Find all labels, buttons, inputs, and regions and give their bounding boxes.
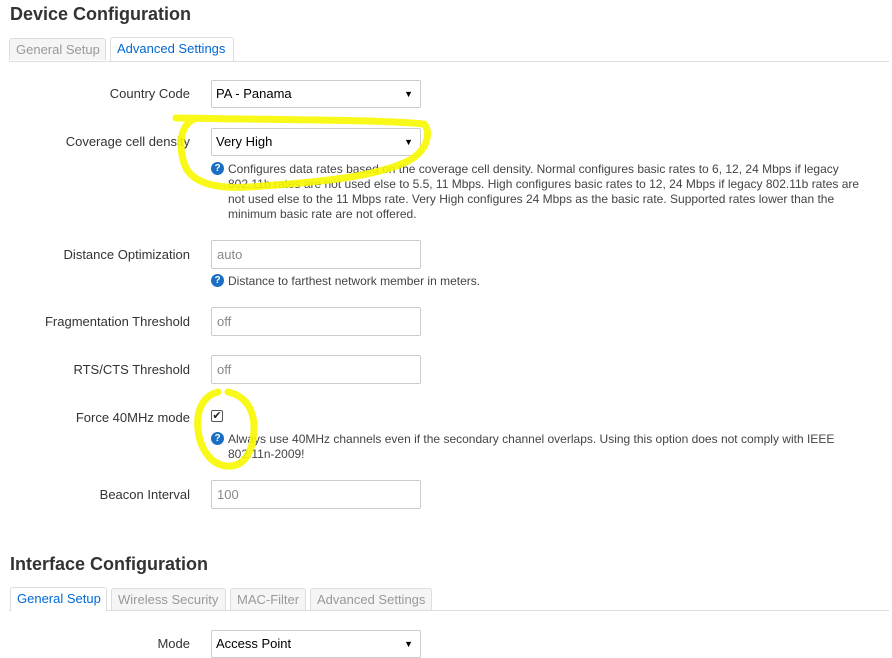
fragmentation-threshold-label: Fragmentation Threshold bbox=[44, 314, 190, 329]
device-tabs-divider bbox=[9, 61, 889, 62]
rts-cts-threshold-input[interactable]: off bbox=[211, 355, 421, 384]
rts-cts-threshold-label: RTS/CTS Threshold bbox=[73, 362, 190, 377]
coverage-density-label: Coverage cell density bbox=[65, 134, 190, 149]
force-40mhz-help: ? Always use 40MHz channels even if the … bbox=[211, 432, 861, 462]
force-40mhz-checkbox[interactable]: ✔ bbox=[211, 410, 223, 422]
caret-down-icon: ▼ bbox=[404, 89, 413, 99]
tab-advanced-settings[interactable]: Advanced Settings bbox=[110, 37, 234, 61]
tab-general-setup[interactable]: General Setup bbox=[10, 587, 107, 611]
tab-mac-filter[interactable]: MAC-Filter bbox=[230, 588, 306, 610]
force-40mhz-label: Force 40MHz mode bbox=[75, 410, 190, 425]
check-icon: ✔ bbox=[212, 410, 222, 422]
distance-optimization-help: ? Distance to farthest network member in… bbox=[211, 274, 861, 289]
distance-optimization-input[interactable]: auto bbox=[211, 240, 421, 269]
interface-config-title: Interface Configuration bbox=[10, 554, 209, 574]
tab-wireless-security[interactable]: Wireless Security bbox=[111, 588, 226, 610]
question-circle-icon: ? bbox=[211, 432, 224, 445]
force-40mhz-help-text: Always use 40MHz channels even if the se… bbox=[228, 432, 835, 461]
caret-down-icon: ▼ bbox=[404, 137, 413, 147]
coverage-density-help-text: Configures data rates based on the cover… bbox=[228, 162, 860, 221]
coverage-density-select[interactable]: Very High ▼ bbox=[211, 128, 421, 156]
country-code-value: PA - Panama bbox=[216, 86, 292, 101]
question-circle-icon: ? bbox=[211, 162, 224, 175]
tab-advanced-settings[interactable]: Advanced Settings bbox=[310, 588, 432, 610]
tab-general-setup[interactable]: General Setup bbox=[9, 38, 106, 60]
country-code-select[interactable]: PA - Panama ▼ bbox=[211, 80, 421, 108]
coverage-density-value: Very High bbox=[216, 134, 273, 149]
interface-tabs-divider bbox=[9, 610, 889, 611]
country-code-label: Country Code bbox=[109, 86, 190, 101]
distance-optimization-help-text: Distance to farthest network member in m… bbox=[228, 274, 481, 288]
beacon-interval-label: Beacon Interval bbox=[99, 487, 190, 502]
caret-down-icon: ▼ bbox=[404, 639, 413, 649]
device-config-title: Device Configuration bbox=[10, 4, 192, 24]
coverage-density-help: ? Configures data rates based on the cov… bbox=[211, 162, 861, 222]
distance-optimization-label: Distance Optimization bbox=[63, 247, 190, 262]
question-circle-icon: ? bbox=[211, 274, 224, 287]
mode-label: Mode bbox=[157, 636, 190, 651]
fragmentation-threshold-input[interactable]: off bbox=[211, 307, 421, 336]
mode-value: Access Point bbox=[216, 636, 292, 651]
beacon-interval-input[interactable]: 100 bbox=[211, 480, 421, 509]
